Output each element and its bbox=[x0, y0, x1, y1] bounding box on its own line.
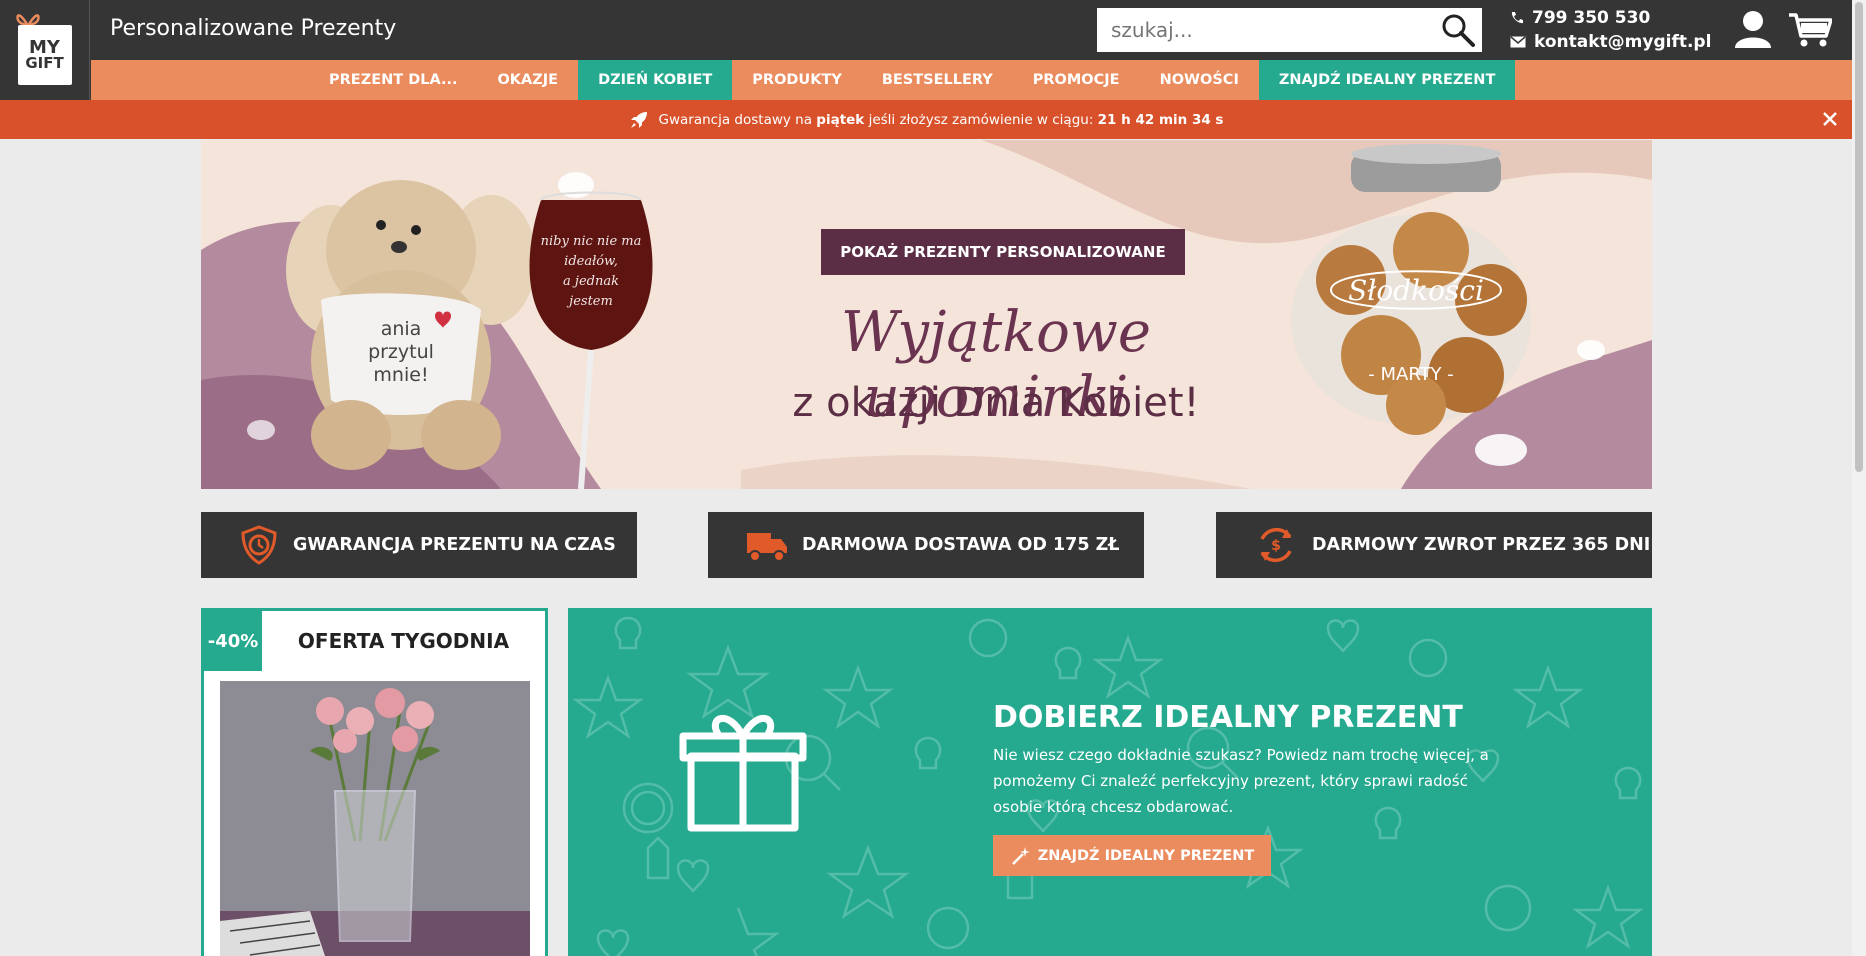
nav-item-bestsellery[interactable]: BESTSELLERY bbox=[862, 60, 1013, 100]
email-link[interactable]: kontakt@mygift.pl bbox=[1534, 32, 1711, 52]
promo-day: piątek bbox=[816, 111, 865, 128]
hero-banner[interactable]: ania przytul mnie! niby nic nie ma ideał… bbox=[201, 140, 1652, 489]
show-personalized-gifts-button[interactable]: POKAŻ PREZENTY PERSONALIZOWANE bbox=[821, 229, 1185, 275]
svg-text:- MARTY -: - MARTY - bbox=[1368, 364, 1453, 385]
refund-arrows-icon: $ bbox=[1260, 527, 1292, 563]
page-scrollbar[interactable] bbox=[1852, 0, 1866, 956]
svg-text:jestem: jestem bbox=[566, 294, 613, 309]
find-perfect-gift-label: ZNAJDŹ IDEALNY PREZENT bbox=[1037, 847, 1255, 864]
promo-text-before: Gwarancja dostawy na bbox=[658, 111, 817, 128]
svg-text:niby nic nie ma: niby nic nie ma bbox=[541, 234, 642, 249]
weekly-offer-card[interactable]: -40% OFERTA TYGODNIA bbox=[201, 608, 548, 956]
promo-countdown: 21 h 42 min 34 s bbox=[1097, 111, 1224, 128]
feature-free-return[interactable]: $ DARMOWY ZWROT PRZEZ 365 DNI bbox=[1216, 512, 1652, 578]
shield-clock-icon bbox=[241, 525, 277, 565]
bear-shirt-line1: ania bbox=[381, 318, 422, 340]
gift-finder-section: DOBIERZ IDEALNY PREZENT Nie wiesz czego … bbox=[568, 608, 1652, 956]
delivery-guarantee-bar: Gwarancja dostawy na piątek jeśli złożys… bbox=[0, 100, 1852, 139]
feature-guarantee[interactable]: GWARANCJA PREZENTU NA CZAS bbox=[201, 512, 637, 578]
cart-button[interactable] bbox=[1788, 12, 1833, 53]
search-icon bbox=[1442, 14, 1475, 47]
gift-finder-description: Nie wiesz czego dokładnie szukasz? Powie… bbox=[993, 746, 1489, 816]
rocket-icon bbox=[630, 111, 647, 128]
nav-item-produkty[interactable]: PRODUKTY bbox=[732, 60, 862, 100]
mail-icon bbox=[1510, 36, 1526, 48]
svg-text:$: $ bbox=[1271, 538, 1281, 554]
feature-free-return-label: DARMOWY ZWROT PRZEZ 365 DNI bbox=[1312, 535, 1651, 555]
weekly-offer-product-image[interactable] bbox=[220, 681, 530, 956]
close-icon bbox=[1823, 112, 1837, 126]
search-input[interactable] bbox=[1097, 8, 1434, 52]
user-icon bbox=[1735, 11, 1771, 48]
feature-free-delivery-label: DARMOWA DOSTAWA OD 175 ZŁ bbox=[802, 535, 1120, 555]
phone-icon bbox=[1511, 12, 1523, 24]
gift-box-icon bbox=[679, 714, 807, 832]
scrollbar-thumb[interactable] bbox=[1855, 2, 1863, 472]
magic-wand-icon bbox=[1011, 846, 1030, 865]
nav-item-nowosci[interactable]: NOWOŚCI bbox=[1140, 60, 1259, 100]
account-button[interactable] bbox=[1733, 10, 1773, 53]
logo-text-gift: GIFT bbox=[25, 54, 64, 73]
gift-finder-title: DOBIERZ IDEALNY PREZENT bbox=[993, 700, 1463, 735]
nav-item-znajdz-prezent[interactable]: ZNAJDŹ IDEALNY PREZENT bbox=[1258, 60, 1516, 100]
truck-icon bbox=[747, 533, 787, 562]
discount-badge: -40% bbox=[204, 611, 262, 671]
svg-text:Słodkości: Słodkości bbox=[1348, 274, 1484, 307]
nav-item-promocje[interactable]: PROMOCJE bbox=[1013, 60, 1140, 100]
cart-icon bbox=[1789, 13, 1833, 47]
hero-headline-sub: z okazji Dnia Kobiet! bbox=[792, 380, 1200, 426]
feature-guarantee-label: GWARANCJA PREZENTU NA CZAS bbox=[293, 535, 616, 555]
nav-item-prezent-dla[interactable]: PREZENT DLA... bbox=[309, 60, 477, 100]
nav-item-dzien-kobiet[interactable]: DZIEŃ KOBIET bbox=[578, 60, 733, 100]
promo-text-middle: jeśli złożysz zamówienie w ciągu: bbox=[864, 111, 1098, 128]
search-bar bbox=[1097, 8, 1482, 52]
weekly-offer-title: OFERTA TYGODNIA bbox=[297, 629, 510, 653]
feature-free-delivery[interactable]: DARMOWA DOSTAWA OD 175 ZŁ bbox=[708, 512, 1144, 578]
search-button[interactable] bbox=[1434, 8, 1482, 52]
site-title: Personalizowane Prezenty bbox=[110, 16, 397, 41]
promo-close-button[interactable] bbox=[1820, 109, 1840, 133]
contact-info: 799 350 530 kontakt@mygift.pl bbox=[1510, 6, 1711, 54]
main-nav: PREZENT DLA... OKAZJE DZIEŃ KOBIET PRODU… bbox=[91, 60, 1852, 100]
nav-item-okazje[interactable]: OKAZJE bbox=[477, 60, 578, 100]
svg-text:a jednak: a jednak bbox=[563, 274, 619, 289]
svg-text:ideałów,: ideałów, bbox=[564, 254, 618, 269]
bear-shirt-line2: przytul bbox=[368, 341, 434, 363]
find-perfect-gift-button[interactable]: ZNAJDŹ IDEALNY PREZENT bbox=[993, 835, 1271, 876]
phone-number[interactable]: 799 350 530 bbox=[1532, 8, 1650, 28]
bear-shirt-line3: mnie! bbox=[373, 364, 428, 386]
logo[interactable]: MY GIFT bbox=[0, 0, 90, 100]
